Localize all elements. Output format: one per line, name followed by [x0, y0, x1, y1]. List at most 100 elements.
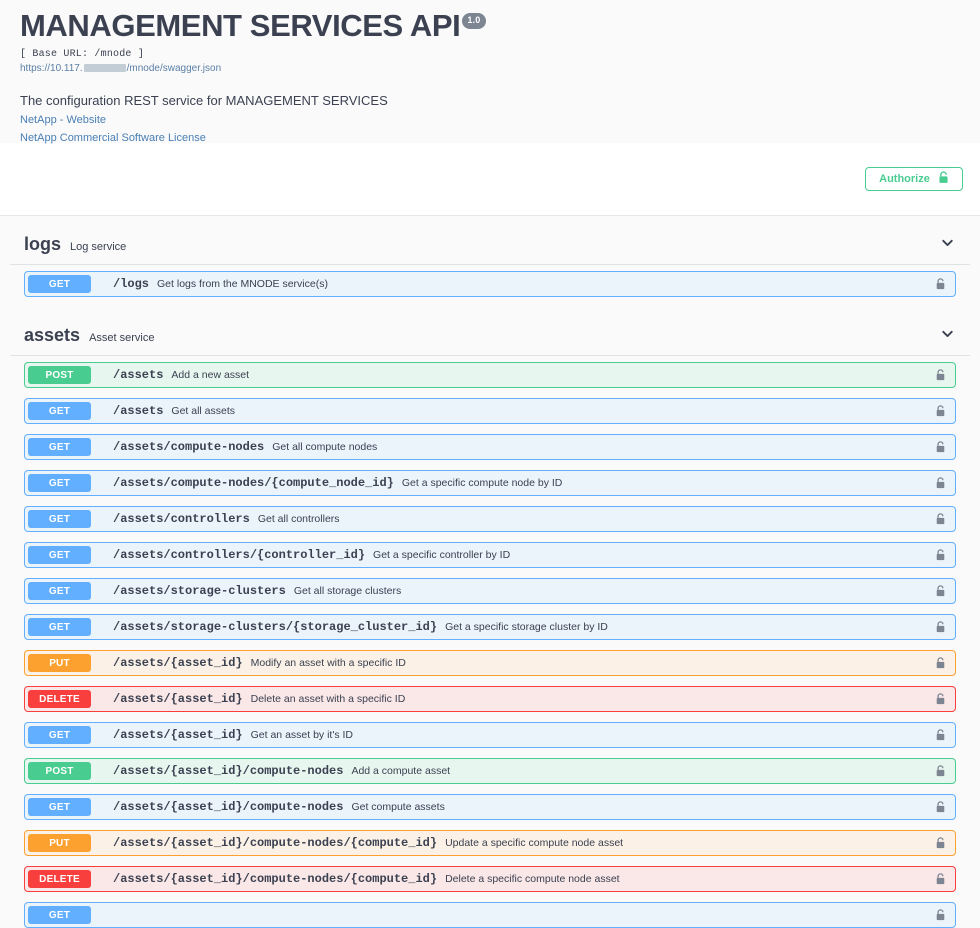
operation-row[interactable]: GET/logsGet logs from the MNODE service(… [24, 271, 956, 297]
tag-header-assets[interactable]: assets Asset service [10, 313, 970, 356]
redacted-host-block [84, 64, 126, 72]
operation-summary: Modify an asset with a specific ID [251, 657, 406, 669]
operation-path: /assets/{asset_id} [113, 728, 243, 742]
operation-path: /assets/{asset_id}/compute-nodes/{comput… [113, 836, 437, 850]
unlock-icon[interactable] [935, 657, 946, 670]
method-badge: GET [28, 510, 91, 528]
swagger-url-suffix: /mnode/swagger.json [127, 63, 222, 74]
tag-section-assets: assets Asset service POST/assets Add a new … [10, 307, 970, 928]
unlock-icon[interactable] [935, 729, 946, 742]
unlock-icon[interactable] [935, 441, 946, 454]
version-badge: 1.0 [462, 13, 485, 29]
unlock-icon[interactable] [935, 405, 946, 418]
unlock-icon[interactable] [935, 549, 946, 562]
operation-row[interactable]: GET/assets/storage-clusters Get all stora… [24, 578, 956, 604]
unlock-icon[interactable] [935, 693, 946, 706]
unlock-icon[interactable] [935, 278, 946, 291]
chevron-down-icon[interactable] [939, 325, 956, 347]
operation-row[interactable]: GET/assets/storage-clusters/{storage_clu… [24, 614, 956, 640]
base-url-label: [ Base URL: /mnode ] [20, 49, 960, 60]
method-badge: GET [28, 546, 91, 564]
method-badge: GET [28, 618, 91, 636]
operation-summary: Delete an asset with a specific ID [251, 693, 406, 705]
authorize-button-label: Authorize [879, 173, 930, 185]
operation-row[interactable]: GET/assets/{asset_id} Get an asset by it'… [24, 722, 956, 748]
operation-path: /assets/controllers/{controller_id} [113, 548, 365, 562]
operation-row[interactable]: GET/assets/controllers Get all controller… [24, 506, 956, 532]
method-badge: GET [28, 582, 91, 600]
operation-path: /assets/{asset_id}/compute-nodes [113, 764, 343, 778]
unlock-icon[interactable] [935, 585, 946, 598]
operation-summary: Add a compute asset [351, 765, 450, 777]
operation-row[interactable]: GET/assets/{asset_id}/compute-nodesGet c… [24, 794, 956, 820]
operation-path: /assets/storage-clusters/{storage_cluste… [113, 620, 437, 634]
license-link[interactable]: NetApp Commercial Software License [20, 132, 960, 144]
operation-path: /assets/compute-nodes [113, 440, 264, 454]
method-badge: DELETE [28, 870, 91, 888]
swagger-json-url: https://10.117. /mnode/swagger.json [20, 63, 960, 74]
unlock-icon[interactable] [935, 765, 946, 778]
method-badge: POST [28, 366, 91, 384]
unlock-icon[interactable] [935, 837, 946, 850]
operation-path: /assets/storage-clusters [113, 584, 286, 598]
chevron-down-icon[interactable] [939, 234, 956, 256]
operation-summary: Get compute assets [351, 801, 444, 813]
operation-row[interactable]: PUT/assets/{asset_id} Modify an asset wit… [24, 650, 956, 676]
operation-summary: Get an asset by it's ID [251, 729, 353, 741]
tag-name: assets [24, 325, 80, 346]
operation-row[interactable]: DELETE/assets/{asset_id}Delete an asset … [24, 686, 956, 712]
operation-row[interactable]: POST/assets/{asset_id}/compute-nodes Add … [24, 758, 956, 784]
operation-summary: Update a specific compute node asset [445, 837, 623, 849]
operation-row[interactable]: GET/assets/compute-nodes/{compute_node_i… [24, 470, 956, 496]
operation-path: /assets [113, 368, 163, 382]
operation-row[interactable]: GET/assetsGet all assets [24, 398, 956, 424]
method-badge: GET [28, 275, 91, 293]
operation-summary: Get a specific controller by ID [373, 549, 510, 561]
operation-row[interactable]: GET/assets/controllers/{controller_id} Ge… [24, 542, 956, 568]
unlock-icon[interactable] [935, 369, 946, 382]
operation-row[interactable]: GET [24, 902, 956, 928]
method-badge: DELETE [28, 690, 91, 708]
authorize-button[interactable]: Authorize [865, 167, 963, 191]
operation-path: /assets [113, 404, 163, 418]
operation-row[interactable]: POST/assets Add a new asset [24, 362, 956, 388]
tag-header-left: logsLog service [24, 234, 126, 255]
operation-path: /assets/{asset_id} [113, 656, 243, 670]
unlock-icon [938, 171, 949, 187]
operation-row[interactable]: GET/assets/compute-nodesGet all compute … [24, 434, 956, 460]
method-badge: GET [28, 474, 91, 492]
page-title: MANAGEMENT SERVICES API [20, 10, 460, 43]
operation-summary: Get all storage clusters [294, 585, 401, 597]
unlock-icon[interactable] [935, 873, 946, 886]
operation-summary: Get all assets [171, 405, 235, 417]
method-badge: GET [28, 438, 91, 456]
tag-header-left: assets Asset service [24, 325, 154, 346]
unlock-icon[interactable] [935, 621, 946, 634]
operation-row[interactable]: DELETE/assets/{asset_id}/compute-nodes/{… [24, 866, 956, 892]
operation-path: /assets/{asset_id}/compute-nodes/{comput… [113, 872, 437, 886]
tag-description: Asset service [89, 332, 154, 344]
unlock-icon[interactable] [935, 801, 946, 814]
method-badge: POST [28, 762, 91, 780]
operation-path: /assets/controllers [113, 512, 250, 526]
api-description: The configuration REST service for MANAG… [20, 93, 960, 108]
operation-list-logs: GET/logsGet logs from the MNODE service(… [10, 265, 970, 297]
operation-summary: Add a new asset [171, 369, 249, 381]
unlock-icon[interactable] [935, 513, 946, 526]
method-badge: PUT [28, 834, 91, 852]
tag-sections: logsLog service GET/logsGet logs from the… [10, 216, 970, 928]
tag-section-logs: logsLog service GET/logsGet logs from the… [10, 216, 970, 297]
operation-summary: Get logs from the MNODE service(s) [157, 278, 328, 290]
tag-header-logs[interactable]: logsLog service [10, 222, 970, 265]
api-info-header: MANAGEMENT SERVICES API 1.0 [ Base URL: … [0, 0, 980, 143]
operations-container: logsLog service GET/logsGet logs from the… [0, 216, 980, 928]
unlock-icon[interactable] [935, 909, 946, 922]
swagger-json-link[interactable]: https://10.117. /mnode/swagger.json [20, 63, 221, 74]
method-badge: GET [28, 726, 91, 744]
operation-summary: Get all controllers [258, 513, 340, 525]
method-badge: PUT [28, 654, 91, 672]
operation-row[interactable]: PUT/assets/{asset_id}/compute-nodes/{com… [24, 830, 956, 856]
swagger-url-prefix: https://10.117. [20, 63, 83, 74]
unlock-icon[interactable] [935, 477, 946, 490]
website-link[interactable]: NetApp - Website [20, 114, 960, 126]
